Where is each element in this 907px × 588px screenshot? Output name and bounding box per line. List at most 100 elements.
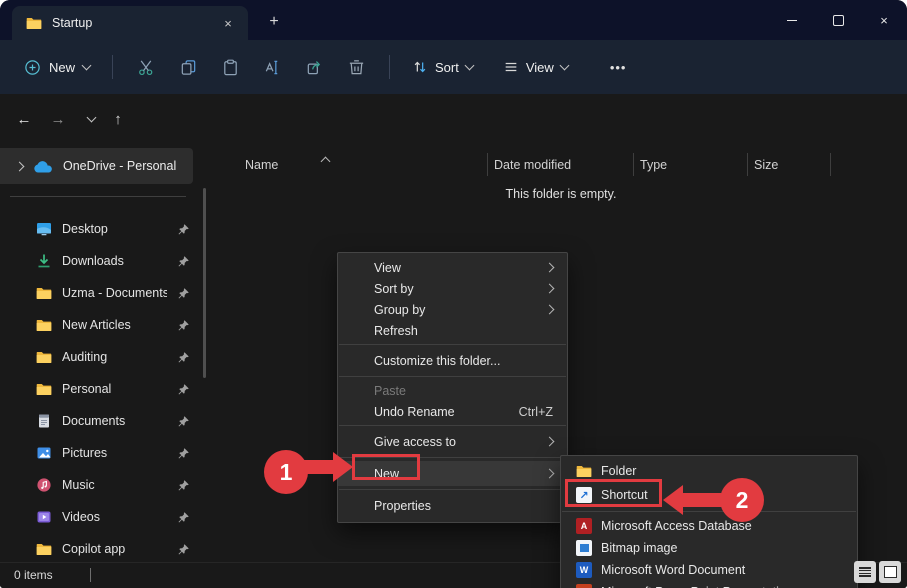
folder-icon: [36, 349, 52, 365]
sidebar-item-desktop[interactable]: Desktop: [0, 214, 196, 244]
rename-icon: [265, 60, 277, 74]
pin-icon[interactable]: [177, 287, 190, 300]
pin-icon[interactable]: [177, 255, 190, 268]
copy-button[interactable]: [167, 50, 209, 84]
menu-separator: [339, 344, 566, 345]
powerpoint-icon: P: [576, 584, 592, 588]
pin-icon[interactable]: [177, 447, 190, 460]
copy-icon: [181, 59, 195, 75]
chevron-right-icon: [544, 262, 555, 273]
column-header-name[interactable]: Name: [215, 150, 487, 180]
up-icon: ↑: [114, 110, 122, 128]
column-header-size[interactable]: Size: [747, 150, 830, 180]
step-1-badge: 1: [264, 450, 308, 494]
window-controls: ×: [769, 0, 907, 40]
sidebar-divider: [10, 196, 186, 197]
menu-item-undo-rename[interactable]: Undo Rename Ctrl+Z: [338, 401, 567, 422]
menu-item-customize-folder[interactable]: Customize this folder...: [338, 348, 567, 373]
sidebar-item-documents[interactable]: Documents: [0, 406, 196, 436]
new-tab-button[interactable]: +: [262, 10, 286, 34]
toolbar-new-button[interactable]: New: [14, 53, 100, 82]
menu-item-give-access-to[interactable]: Give access to: [338, 429, 567, 454]
sidebar-item-downloads[interactable]: Downloads: [0, 246, 196, 276]
menu-separator: [339, 425, 566, 426]
pin-icon[interactable]: [177, 223, 190, 236]
sidebar-item-copilot-app[interactable]: Copilot app: [0, 534, 196, 564]
view-icon: [505, 62, 517, 72]
toolbar-divider: [389, 55, 391, 79]
chevron-down-icon: [464, 60, 475, 71]
back-button[interactable]: ←: [8, 103, 40, 135]
folder-icon: [36, 285, 52, 301]
folder-icon: [36, 381, 52, 397]
chevron-down-icon: [559, 60, 570, 71]
sort-button[interactable]: Sort: [402, 53, 483, 81]
menu-item-sort-by[interactable]: Sort by: [338, 278, 567, 299]
share-button[interactable]: [293, 50, 335, 84]
sort-icon: [414, 61, 426, 73]
maximize-button[interactable]: [815, 0, 861, 40]
folder-icon: [36, 541, 52, 557]
menu-item-view[interactable]: View: [338, 257, 567, 278]
submenu-item-access-database[interactable]: A Microsoft Access Database: [561, 515, 857, 537]
thumbnail-view-button[interactable]: [879, 561, 901, 583]
view-button[interactable]: View: [493, 53, 578, 81]
sidebar-item-label: OneDrive - Personal: [63, 159, 177, 173]
close-button[interactable]: ×: [861, 0, 907, 40]
sidebar-item-music[interactable]: Music: [0, 470, 196, 500]
sidebar-item-videos[interactable]: Videos: [0, 502, 196, 532]
sidebar-item-auditing[interactable]: Auditing: [0, 342, 196, 372]
downloads-icon: [36, 253, 52, 269]
pin-icon[interactable]: [177, 383, 190, 396]
cut-icon: [138, 59, 152, 75]
chevron-down-icon: [81, 60, 92, 71]
onedrive-cloud-icon: [33, 160, 53, 173]
paste-button[interactable]: [209, 50, 251, 84]
sidebar-scrollbar[interactable]: [203, 188, 206, 378]
chevron-right-icon: [544, 468, 555, 479]
column-header-type[interactable]: Type: [633, 150, 747, 180]
tab-startup[interactable]: Startup ×: [12, 6, 248, 40]
column-divider[interactable]: [830, 153, 831, 176]
up-button[interactable]: ↑: [102, 103, 134, 135]
expand-chevron-icon[interactable]: [14, 161, 25, 171]
column-header-date-modified[interactable]: Date modified: [487, 150, 633, 180]
pin-icon[interactable]: [177, 543, 190, 556]
menu-item-properties[interactable]: Properties: [338, 493, 567, 518]
step-1-arrow-head: [333, 452, 353, 482]
plus-icon: +: [269, 13, 279, 30]
pin-icon[interactable]: [177, 319, 190, 332]
pictures-icon: [36, 445, 52, 461]
submenu-item-word-document[interactable]: W Microsoft Word Document: [561, 559, 857, 581]
folder-icon: [26, 15, 42, 31]
toolbar-divider: [112, 55, 114, 79]
pin-icon[interactable]: [177, 351, 190, 364]
chevron-right-icon: [544, 304, 555, 315]
pin-icon[interactable]: [177, 511, 190, 524]
forward-button[interactable]: →: [42, 103, 74, 135]
pin-icon[interactable]: [177, 415, 190, 428]
step-2-arrow: [683, 493, 723, 507]
rename-button[interactable]: [251, 50, 293, 84]
minimize-button[interactable]: [769, 0, 815, 40]
menu-item-group-by[interactable]: Group by: [338, 299, 567, 320]
sidebar-item-personal[interactable]: Personal: [0, 374, 196, 404]
submenu-item-powerpoint-presentation[interactable]: P Microsoft PowerPoint Presentation: [561, 581, 857, 588]
submenu-item-bitmap-image[interactable]: Bitmap image: [561, 537, 857, 559]
empty-folder-message: This folder is empty.: [505, 187, 617, 201]
chevron-right-icon: [544, 283, 555, 294]
desktop-icon: [36, 221, 52, 237]
pin-icon[interactable]: [177, 479, 190, 492]
sidebar-item-new-articles[interactable]: New Articles: [0, 310, 196, 340]
cut-button[interactable]: [125, 50, 167, 84]
delete-button[interactable]: [335, 50, 377, 84]
details-view-button[interactable]: [854, 561, 876, 583]
sidebar-item-onedrive[interactable]: OneDrive - Personal: [0, 148, 193, 184]
navigation-bar: ← → ↑ « Start Menu Programs Startup: [0, 94, 907, 231]
sidebar-item-pictures[interactable]: Pictures: [0, 438, 196, 468]
menu-item-refresh[interactable]: Refresh: [338, 320, 567, 341]
tab-close-button[interactable]: ×: [218, 13, 238, 33]
sidebar-item-uzma-documents[interactable]: Uzma - Documents Rec: [0, 278, 196, 308]
access-icon: A: [576, 518, 592, 534]
see-more-button[interactable]: •••: [598, 54, 639, 81]
